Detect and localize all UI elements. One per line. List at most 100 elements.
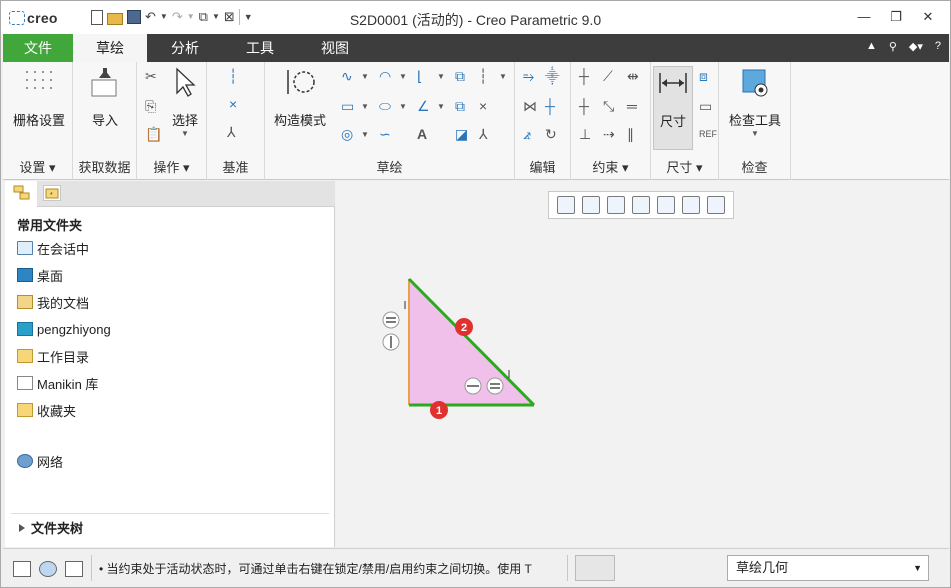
folder-browser-tab-icon[interactable]: * xyxy=(43,185,61,201)
fillet-dropdown-icon[interactable]: ▼ xyxy=(437,72,445,81)
browser-toggle-icon[interactable] xyxy=(39,561,57,577)
offset-icon[interactable]: ⧉ xyxy=(455,68,465,84)
line-icon[interactable]: ∿ xyxy=(341,68,353,84)
group-dimension-label[interactable]: 尺寸 ▾ xyxy=(651,157,718,176)
baseline-icon[interactable]: ▭ xyxy=(699,98,712,114)
arc-icon[interactable]: ◠ xyxy=(379,68,391,84)
group-editing-label: 编辑 xyxy=(529,160,556,175)
perpendicular-constraint-icon[interactable]: ⊥ xyxy=(579,126,591,142)
sketch-marker-2[interactable]: 2 xyxy=(455,318,473,336)
arc-dropdown-icon[interactable]: ▼ xyxy=(399,72,407,81)
equal-constraint-symbol-1[interactable] xyxy=(382,311,400,329)
paste-icon[interactable]: 📋 xyxy=(145,126,162,142)
minimize-button[interactable]: — xyxy=(848,6,880,28)
coincident-constraint-icon[interactable]: ⤡ xyxy=(603,98,614,114)
tab-file[interactable]: 文件 xyxy=(3,34,73,62)
import-button[interactable]: 导入 xyxy=(79,66,131,129)
folder-tree-label: 文件夹树 xyxy=(31,521,84,536)
folder-item-favorites[interactable]: 收藏夹 xyxy=(17,400,76,420)
divide-icon[interactable]: ┼ xyxy=(545,98,555,114)
tab-tools[interactable]: 工具 xyxy=(223,34,297,62)
horizontal-constraint-icon[interactable]: ┼ xyxy=(579,98,589,114)
thicken-icon[interactable]: ⧉ xyxy=(455,98,465,114)
palette-icon[interactable]: ◪ xyxy=(455,126,468,142)
reference-icon[interactable]: REF xyxy=(699,126,717,142)
help-cap-icon[interactable]: ◆▾ xyxy=(909,40,923,53)
point-icon[interactable]: × xyxy=(229,96,237,112)
close-button[interactable]: ✕ xyxy=(912,6,944,28)
parallel-constraint-icon[interactable]: ∥ xyxy=(627,126,634,142)
folder-item-my-documents[interactable]: 我的文档 xyxy=(17,292,89,312)
equal-constraint-icon[interactable]: ═ xyxy=(627,98,637,114)
favorites-icon xyxy=(17,403,33,417)
collapse-ribbon-icon[interactable]: ▲ xyxy=(866,40,877,53)
tab-view[interactable]: 视图 xyxy=(297,34,373,62)
centerline-dropdown-icon[interactable]: ▼ xyxy=(499,72,507,81)
sketch-marker-1[interactable]: 1 xyxy=(430,401,448,419)
coordinate-system-icon[interactable]: ⅄ xyxy=(227,124,236,140)
symmetric-constraint-icon[interactable]: ⇢ xyxy=(603,126,615,142)
point-x-icon[interactable]: × xyxy=(479,98,487,114)
group-operations-label[interactable]: 操作 ▾ xyxy=(137,157,206,176)
dimension-button[interactable]: 尺寸 xyxy=(653,66,693,150)
sketch-marker-2-label: 2 xyxy=(461,322,467,334)
selection-filter-dropdown[interactable]: 草绘几何 ▼ xyxy=(727,555,929,581)
centerline-dashed-icon[interactable]: ┆ xyxy=(479,68,487,84)
find-binoculars-icon[interactable] xyxy=(575,555,615,581)
tab-sketch[interactable]: 草绘 xyxy=(73,34,147,62)
circle-dropdown-icon[interactable]: ▼ xyxy=(361,130,369,139)
spline-icon[interactable]: ∽ xyxy=(379,126,391,142)
folder-item-label: 工作目录 xyxy=(37,349,90,365)
folder-item-desktop[interactable]: 桌面 xyxy=(17,265,63,285)
coordinate-icon[interactable]: ⅄ xyxy=(479,126,488,142)
folder-item-computer[interactable]: pengzhiyong xyxy=(17,319,111,339)
tangent-constraint-icon[interactable]: ⟋ xyxy=(603,68,613,84)
ellipse-icon[interactable]: ⬭ xyxy=(379,98,391,114)
group-setup-label[interactable]: 设置 ▾ xyxy=(3,157,72,176)
fillet-icon[interactable]: ⌊ xyxy=(417,68,422,84)
line-dropdown-icon[interactable]: ▼ xyxy=(361,72,369,81)
model-tree-tab-icon[interactable] xyxy=(13,185,31,201)
rotate-resize-icon[interactable]: ↻ xyxy=(545,126,557,142)
construction-mode-button[interactable]: 构造模式 xyxy=(269,66,331,129)
graphics-window[interactable]: 2 1 xyxy=(336,181,949,547)
rectangle-icon[interactable]: ▭ xyxy=(341,98,354,114)
rectangle-dropdown-icon[interactable]: ▼ xyxy=(361,102,369,111)
select-button[interactable]: 选择 ▼ xyxy=(165,66,205,138)
group-constrain-label[interactable]: 约束 ▾ xyxy=(571,157,650,176)
help-icon[interactable]: ? xyxy=(935,40,941,53)
vertical-constraint-symbol[interactable] xyxy=(382,333,400,351)
centerline-icon[interactable]: ┆ xyxy=(229,68,237,84)
cut-icon[interactable]: ✂ xyxy=(145,68,157,84)
toggle-navigator-icon[interactable] xyxy=(13,561,31,577)
vertical-constraint-icon[interactable]: ┼ xyxy=(579,68,589,84)
group-sketching: 构造模式 ∿ ▼ ◠ ▼ ⌊ ▼ ⧉ ┆ ▼ ▭ ▼ ⬭ ▼ ∠ ▼ ⧉ × ◎… xyxy=(265,62,515,180)
copy-icon[interactable]: ⎘ xyxy=(145,98,156,114)
folder-item-working-directory[interactable]: 工作目录 xyxy=(17,346,89,366)
equal-constraint-symbol-2[interactable] xyxy=(486,377,504,395)
tab-analysis[interactable]: 分析 xyxy=(147,34,223,62)
ellipse-dropdown-icon[interactable]: ▼ xyxy=(399,102,407,111)
grid-settings-button[interactable]: 栅格设置 xyxy=(9,66,69,129)
chamfer-icon[interactable]: ∠ xyxy=(417,98,430,114)
circle-icon[interactable]: ◎ xyxy=(341,126,353,142)
search-icon[interactable]: ⚲ xyxy=(889,40,897,53)
inspect-dropdown-icon[interactable]: ▼ xyxy=(725,129,785,138)
folder-item-in-session[interactable]: 在会话中 xyxy=(17,238,89,258)
horizontal-constraint-symbol[interactable] xyxy=(464,377,482,395)
folder-tree-toggle[interactable]: 文件夹树 xyxy=(11,513,329,541)
modify-icon[interactable]: ⥱ xyxy=(523,68,534,84)
midpoint-constraint-icon[interactable]: ⇹ xyxy=(627,68,639,84)
corner-icon[interactable]: ⦨ xyxy=(523,126,531,142)
maximize-button[interactable]: ❐ xyxy=(880,6,912,28)
mirror-icon[interactable]: ⋈ xyxy=(523,98,537,114)
inspect-tools-button[interactable]: 检查工具 ▼ xyxy=(725,66,785,138)
folder-item-manikin-library[interactable]: Manikin 库 xyxy=(17,373,98,393)
delete-segment-icon[interactable]: ⸎ xyxy=(545,68,560,84)
select-dropdown-icon[interactable]: ▼ xyxy=(165,129,205,138)
text-icon[interactable]: A xyxy=(417,126,427,142)
chamfer-dropdown-icon[interactable]: ▼ xyxy=(437,102,445,111)
full-screen-icon[interactable] xyxy=(65,561,83,577)
folder-item-network[interactable]: 网络 xyxy=(17,451,63,471)
perimeter-icon[interactable]: ⧈ xyxy=(699,68,708,84)
